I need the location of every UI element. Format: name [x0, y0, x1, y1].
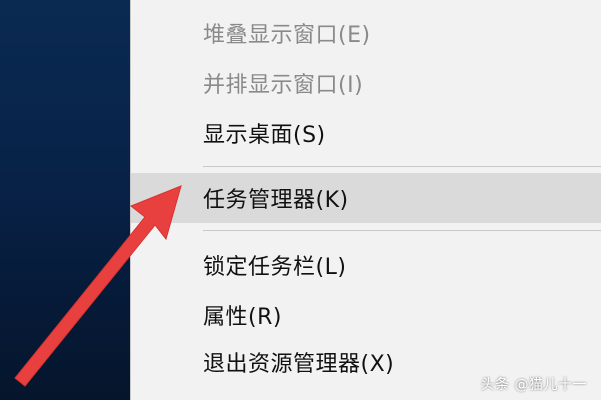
menu-item-label: 并排显示窗口(I) — [203, 73, 364, 98]
watermark-text: 头条 @猫儿十一 — [480, 377, 587, 393]
menu-item-properties[interactable]: 属性(R) — [131, 290, 601, 340]
menu-separator — [203, 166, 601, 167]
menu-item-side-by-side-windows[interactable]: 并排显示窗口(I) — [131, 58, 601, 108]
menu-item-label: 退出资源管理器(X) — [203, 352, 395, 377]
taskbar-context-menu: 堆叠显示窗口(E) 并排显示窗口(I) 显示桌面(S) 任务管理器(K) 锁定任… — [130, 0, 601, 400]
menu-item-label: 显示桌面(S) — [203, 123, 326, 148]
menu-item-lock-taskbar[interactable]: 锁定任务栏(L) — [131, 240, 601, 290]
menu-item-label: 锁定任务栏(L) — [203, 255, 347, 280]
menu-item-cascade-windows[interactable]: 堆叠显示窗口(E) — [131, 8, 601, 58]
desktop-background — [0, 0, 130, 400]
menu-separator — [203, 230, 601, 231]
menu-item-label: 堆叠显示窗口(E) — [203, 23, 371, 48]
menu-item-label: 任务管理器(K) — [203, 188, 349, 213]
screenshot-stage: 堆叠显示窗口(E) 并排显示窗口(I) 显示桌面(S) 任务管理器(K) 锁定任… — [0, 0, 601, 400]
menu-item-label: 属性(R) — [203, 305, 282, 330]
menu-item-task-manager[interactable]: 任务管理器(K) — [131, 173, 601, 223]
menu-item-show-desktop[interactable]: 显示桌面(S) — [131, 108, 601, 158]
